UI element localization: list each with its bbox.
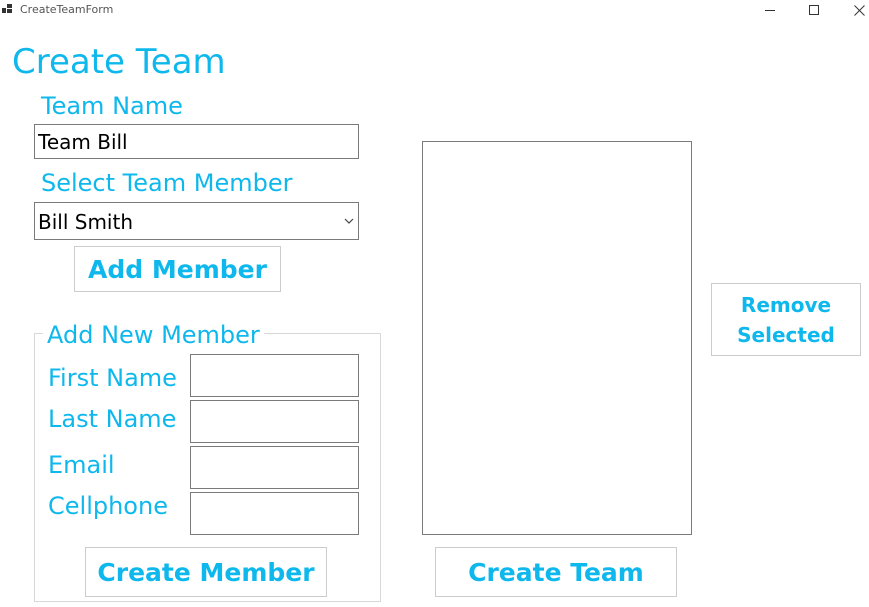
maximize-button[interactable] [791, 0, 837, 20]
cellphone-input[interactable] [190, 492, 359, 535]
page-title: Create Team [12, 42, 226, 82]
select-team-member-dropdown[interactable]: Bill Smith [34, 202, 359, 240]
create-team-button[interactable]: Create Team [435, 547, 677, 597]
remove-selected-button[interactable]: Remove Selected [711, 283, 861, 356]
minimize-button[interactable] [747, 0, 793, 20]
last-name-input[interactable] [190, 400, 359, 443]
email-input[interactable] [190, 446, 359, 489]
window-title: CreateTeamForm [20, 3, 114, 16]
create-member-button[interactable]: Create Member [85, 547, 327, 597]
close-icon [853, 4, 865, 16]
team-name-label: Team Name [41, 92, 183, 120]
email-label: Email [48, 451, 115, 479]
select-team-member-value: Bill Smith [38, 210, 133, 234]
create-team-form-window: CreateTeamForm Create Team Team Name Sel… [0, 0, 869, 607]
last-name-label: Last Name [48, 405, 177, 433]
remove-selected-label-line2: Selected [737, 322, 835, 347]
team-members-listbox[interactable] [422, 141, 692, 535]
close-button[interactable] [836, 0, 869, 20]
select-team-member-label: Select Team Member [41, 169, 293, 197]
app-icon [2, 4, 12, 13]
first-name-input[interactable] [190, 354, 359, 397]
remove-selected-label-line1: Remove [740, 292, 832, 317]
team-name-input[interactable] [34, 124, 359, 159]
add-member-button[interactable]: Add Member [74, 246, 281, 292]
cellphone-label: Cellphone [48, 492, 168, 520]
first-name-label: First Name [48, 364, 177, 392]
maximize-icon [809, 5, 819, 15]
add-new-member-legend: Add New Member [43, 320, 264, 350]
chevron-down-icon [344, 218, 354, 224]
minimize-icon [765, 10, 775, 11]
